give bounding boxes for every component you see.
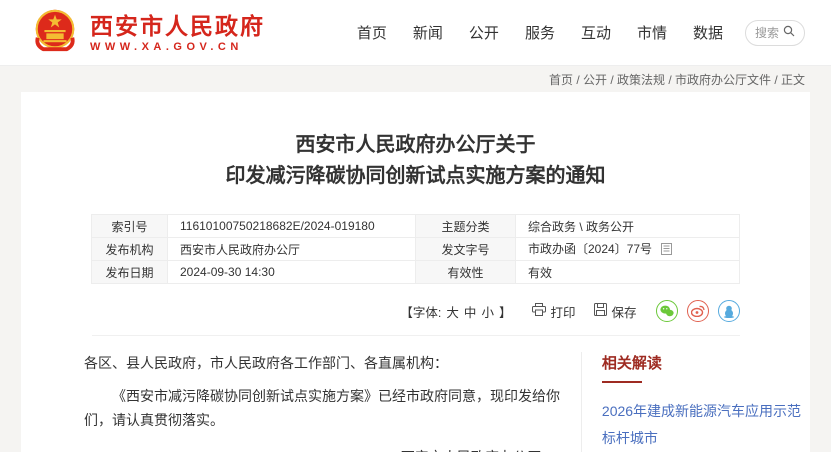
weibo-share-icon[interactable] <box>687 300 709 322</box>
wechat-share-icon[interactable] <box>656 300 678 322</box>
search-icon <box>783 25 795 40</box>
font-size-widget: 【字体: 大 中 小 】 <box>400 302 511 321</box>
save-button[interactable]: 保存 <box>594 302 636 321</box>
search-button[interactable]: 搜索 <box>745 20 805 46</box>
page-title: 西安市人民政府办公厅关于 印发减污降碳协同创新试点实施方案的通知 <box>21 130 810 192</box>
article-body: 各区、县人民政府，市人民政府各工作部门、各直属机构： 《西安市减污降碳协同创新试… <box>84 352 561 452</box>
meta-label-validity: 有效性 <box>416 261 516 284</box>
main-nav: 首页 新闻 公开 服务 互动 市情 数据 <box>357 22 723 43</box>
qq-share-icon[interactable] <box>718 300 740 322</box>
page-title-line2: 印发减污降碳协同创新试点实施方案的通知 <box>21 161 810 192</box>
meta-value-agency: 西安市人民政府办公厅 <box>168 238 416 261</box>
print-label: 打印 <box>550 302 575 321</box>
font-size-medium-button[interactable]: 中 <box>464 302 477 321</box>
page-title-line1: 西安市人民政府办公厅关于 <box>21 130 810 161</box>
article-card: 西安市人民政府办公厅关于 印发减污降碳协同创新试点实施方案的通知 索引号 116… <box>21 92 810 452</box>
related-reading-link[interactable]: 2026年建成新能源汽车应用示范标杆城市 <box>602 398 810 451</box>
nav-item-services[interactable]: 服务 <box>525 22 555 43</box>
search-label: 搜索 <box>755 24 779 41</box>
meta-row-date: 发布日期 2024-09-30 14:30 有效性 有效 <box>92 261 740 284</box>
site-header: 西安市人民政府 WWW.XA.GOV.CN 首页 新闻 公开 服务 互动 市情 … <box>0 0 831 66</box>
breadcrumb[interactable]: 首页 / 公开 / 政策法规 / 市政府办公厅文件 / 正文 <box>549 71 805 88</box>
meta-row-index: 索引号 11610100750218682E/2024-019180 主题分类 … <box>92 215 740 238</box>
meta-value-topic: 综合政务 \ 政务公开 <box>516 215 740 238</box>
meta-label-index-no: 索引号 <box>92 215 168 238</box>
related-reading-panel: 相关解读 2026年建成新能源汽车应用示范标杆城市 <box>581 352 810 452</box>
meta-label-pub-date: 发布日期 <box>92 261 168 284</box>
nav-item-city-info[interactable]: 市情 <box>637 22 667 43</box>
font-size-small-button[interactable]: 小 <box>481 302 494 321</box>
breadcrumb-band: 首页 / 公开 / 政策法规 / 市政府办公厅文件 / 正文 <box>0 66 831 92</box>
font-widget-prefix: 【字体: <box>400 302 441 321</box>
article-toolbar: 【字体: 大 中 小 】 打印 <box>92 300 740 336</box>
meta-row-agency: 发布机构 西安市人民政府办公厅 发文字号 市政办函〔2024〕77号 <box>92 238 740 261</box>
nav-item-disclosure[interactable]: 公开 <box>469 22 499 43</box>
salutation-text: 各区、县人民政府，市人民政府各工作部门、各直属机构： <box>84 352 561 376</box>
document-meta: 索引号 11610100750218682E/2024-019180 主题分类 … <box>60 214 772 284</box>
print-button[interactable]: 打印 <box>532 302 575 321</box>
body-paragraph: 《西安市减污降碳协同创新试点实施方案》已经市政府同意，现印发给你们，请认真贯彻落… <box>84 385 561 433</box>
signature-text: 西安市人民政府办公厅 <box>84 446 561 452</box>
nav-item-home[interactable]: 首页 <box>357 22 387 43</box>
related-reading-rule <box>602 381 642 383</box>
national-emblem-icon <box>30 5 80 60</box>
printer-icon <box>532 303 546 319</box>
meta-label-agency: 发布机构 <box>92 238 168 261</box>
meta-label-doc-number: 发文字号 <box>416 238 516 261</box>
document-icon[interactable] <box>661 243 672 258</box>
nav-item-interaction[interactable]: 互动 <box>581 22 611 43</box>
meta-value-validity: 有效 <box>516 261 740 284</box>
font-size-large-button[interactable]: 大 <box>446 302 459 321</box>
article-content-row: 各区、县人民政府，市人民政府各工作部门、各直属机构： 《西安市减污降碳协同创新试… <box>21 352 810 452</box>
nav-item-news[interactable]: 新闻 <box>413 22 443 43</box>
site-url: WWW.XA.GOV.CN <box>90 41 265 53</box>
meta-value-index-no: 11610100750218682E/2024-019180 <box>168 215 416 238</box>
meta-label-topic: 主题分类 <box>416 215 516 238</box>
site-logo[interactable]: 西安市人民政府 WWW.XA.GOV.CN <box>30 5 265 60</box>
site-name: 西安市人民政府 <box>90 13 265 39</box>
font-widget-suffix: 】 <box>499 302 512 321</box>
nav-item-data[interactable]: 数据 <box>693 22 723 43</box>
save-icon <box>594 303 607 319</box>
related-reading-title: 相关解读 <box>602 352 810 373</box>
save-label: 保存 <box>611 302 636 321</box>
meta-value-doc-number: 市政办函〔2024〕77号 <box>528 242 652 256</box>
meta-value-pub-date: 2024-09-30 14:30 <box>168 261 416 284</box>
